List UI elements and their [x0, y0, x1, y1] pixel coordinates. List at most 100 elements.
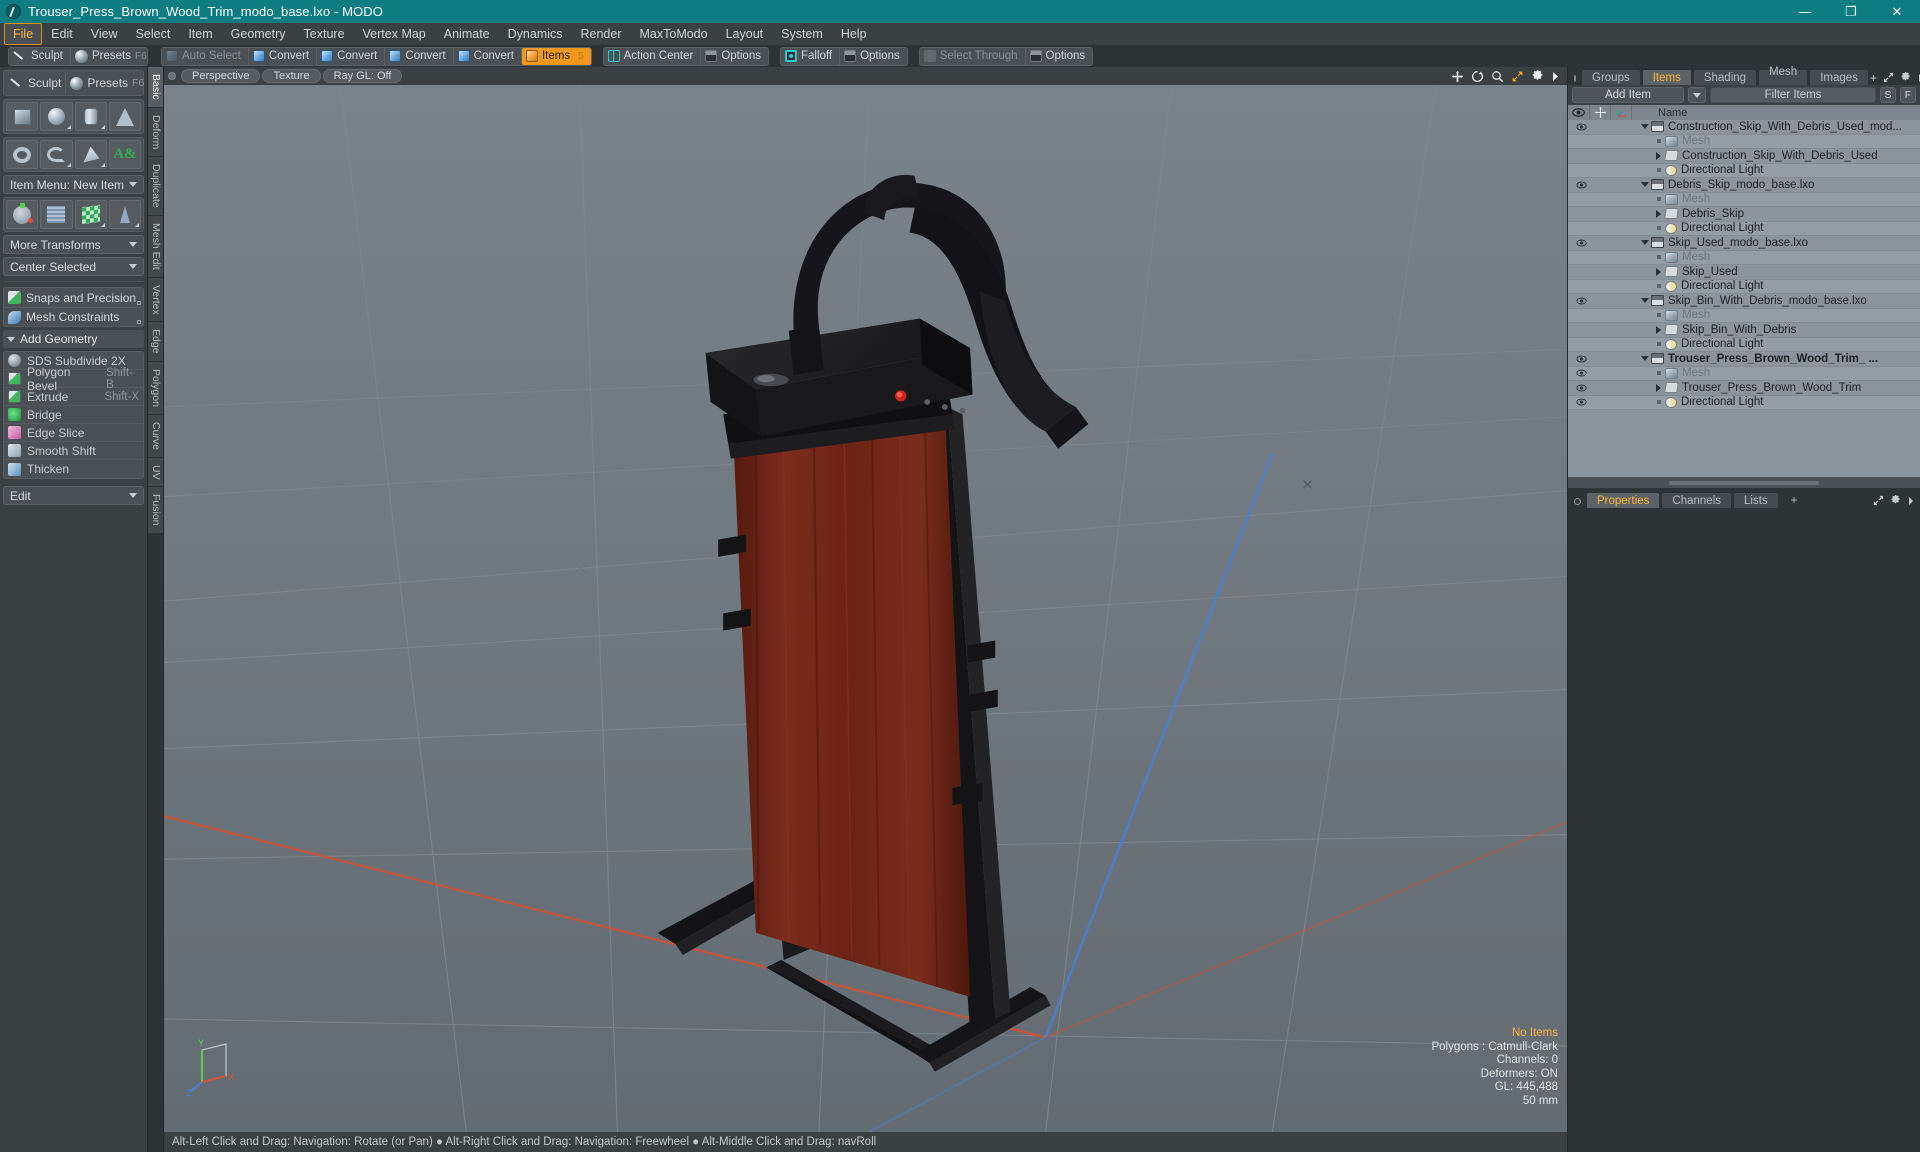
tab-properties[interactable]: Properties — [1586, 492, 1661, 508]
polygon-primitive-button[interactable] — [74, 140, 107, 169]
auto-select-button[interactable]: Auto Select — [162, 47, 249, 65]
presets-button[interactable]: Presets F6 — [71, 48, 154, 65]
menu-item-file[interactable]: File — [4, 23, 43, 45]
eye-icon[interactable] — [1572, 355, 1590, 363]
eye-icon[interactable] — [1568, 105, 1590, 120]
edit-dropdown[interactable]: Edit — [3, 486, 144, 505]
tab-add[interactable]: + — [1780, 492, 1809, 508]
filter-s-button[interactable]: S — [1880, 87, 1896, 103]
twisty-open-icon[interactable] — [1638, 124, 1651, 130]
twisty-closed-icon[interactable] — [1652, 151, 1665, 160]
tree-row[interactable]: Mesh — [1568, 134, 1920, 149]
gear-icon[interactable] — [1531, 69, 1544, 83]
tree-row[interactable]: Debris_Skip_modo_base.lxo — [1568, 178, 1920, 193]
fit-icon[interactable] — [1511, 70, 1524, 83]
tree-row[interactable]: Mesh — [1568, 366, 1920, 381]
twisty-open-icon[interactable] — [1638, 240, 1651, 246]
tab-groups[interactable]: Groups — [1581, 69, 1641, 85]
twisty-open-icon[interactable] — [1638, 356, 1651, 362]
mode-tab-duplicate[interactable]: Duplicate — [148, 157, 163, 216]
eye-icon[interactable] — [1572, 297, 1590, 305]
filter-items-input[interactable]: Filter Items — [1710, 87, 1876, 103]
select-through-options-button[interactable]: Options — [1026, 48, 1093, 65]
mode-tab-curve[interactable]: Curve — [148, 414, 163, 458]
tree-row[interactable]: Debris_Skip — [1568, 207, 1920, 222]
tab-lists[interactable]: Lists — [1733, 492, 1779, 508]
tab-images[interactable]: Images — [1809, 69, 1869, 85]
text-primitive-button[interactable]: A& — [108, 140, 141, 169]
expand-icon[interactable] — [1883, 72, 1894, 83]
sculpt-button[interactable]: Sculpt — [9, 47, 71, 65]
presets-tool-button[interactable]: Presets F6 — [66, 73, 148, 93]
tree-row[interactable]: Skip_Bin_With_Debris_modo_base.lxo — [1568, 294, 1920, 309]
menu-item-view[interactable]: View — [82, 23, 127, 45]
move-lock-icon[interactable] — [1590, 105, 1611, 120]
mode-tab-basic[interactable]: Basic — [148, 67, 163, 108]
convert-button-3[interactable]: Convert — [385, 47, 454, 65]
uv-tool-button[interactable] — [74, 200, 107, 229]
tree-row[interactable]: Directional Light — [1568, 337, 1920, 352]
torus-primitive-button[interactable] — [6, 140, 39, 169]
menu-item-animate[interactable]: Animate — [435, 23, 499, 45]
snaps-and-precision-button[interactable]: Snaps and Precision — [4, 288, 143, 307]
falloff-options-button[interactable]: Options — [840, 48, 907, 65]
close-button[interactable]: ✕ — [1874, 0, 1920, 23]
tree-row[interactable]: Skip_Used — [1568, 265, 1920, 280]
twisty-open-icon[interactable] — [1638, 182, 1651, 188]
sphere-primitive-button[interactable] — [40, 102, 73, 131]
tree-row[interactable]: Mesh — [1568, 250, 1920, 265]
move-icon[interactable] — [1451, 70, 1464, 83]
eye-icon[interactable] — [1572, 384, 1590, 392]
expand-icon[interactable] — [1873, 495, 1884, 506]
menu-item-render[interactable]: Render — [572, 23, 631, 45]
polygon-bevel-item[interactable]: Polygon Bevel Shift-B — [4, 365, 143, 393]
tree-row[interactable]: Skip_Bin_With_Debris — [1568, 323, 1920, 338]
menu-item-layout[interactable]: Layout — [717, 23, 773, 45]
mode-tab-mesh-edit[interactable]: Mesh Edit — [148, 215, 163, 278]
tree-row[interactable]: Trouser_Press_Brown_Wood_Trim_ ... — [1568, 352, 1920, 367]
add-item-dropdown[interactable] — [1688, 87, 1706, 103]
tree-row[interactable]: Trouser_Press_Brown_Wood_Trim — [1568, 381, 1920, 396]
action-center-button[interactable]: Action Center — [604, 47, 702, 65]
zoom-icon[interactable] — [1491, 70, 1504, 83]
viewport-shading-dropdown[interactable]: Texture — [262, 69, 321, 83]
add-item-button[interactable]: Add Item — [1572, 87, 1684, 103]
bridge-item[interactable]: Bridge — [4, 406, 143, 424]
edge-slice-item[interactable]: Edge Slice — [4, 424, 143, 442]
menu-item-maxtomodo[interactable]: MaxToModo — [631, 23, 717, 45]
smooth-shift-item[interactable]: Smooth Shift — [4, 442, 143, 460]
chevron-right-icon[interactable] — [1551, 71, 1560, 82]
eye-icon[interactable] — [1572, 181, 1590, 189]
tree-row[interactable]: Mesh — [1568, 192, 1920, 207]
tree-row[interactable]: Construction_Skip_With_Debris_Used — [1568, 149, 1920, 164]
tree-row[interactable]: Directional Light — [1568, 221, 1920, 236]
menu-item-texture[interactable]: Texture — [295, 23, 354, 45]
action-center-options-button[interactable]: Options — [701, 48, 768, 65]
convert-button-4[interactable]: Convert — [454, 47, 522, 65]
mode-tab-uv[interactable]: UV — [148, 457, 163, 488]
eye-icon[interactable] — [1572, 239, 1590, 247]
select-through-button[interactable]: Select Through — [920, 47, 1026, 65]
menu-item-dynamics[interactable]: Dynamics — [499, 23, 572, 45]
cone-primitive-button[interactable] — [108, 102, 141, 131]
minimize-button[interactable]: — — [1782, 0, 1828, 23]
items-mode-button[interactable]: Items 5 — [521, 47, 591, 65]
mode-tab-vertex[interactable]: Vertex — [148, 277, 163, 323]
tab-items[interactable]: Items — [1641, 69, 1692, 85]
cube-primitive-button[interactable] — [6, 102, 39, 131]
eye-icon[interactable] — [1572, 123, 1590, 131]
mesh-grid-tool-button[interactable] — [40, 200, 73, 229]
gear-icon[interactable] — [1890, 495, 1901, 506]
thicken-item[interactable]: Thicken — [4, 460, 143, 478]
twisty-open-icon[interactable] — [1638, 298, 1651, 304]
add-geometry-section-header[interactable]: Add Geometry — [3, 330, 144, 348]
mode-tab-fusion[interactable]: Fusion — [148, 487, 163, 534]
filter-f-button[interactable]: F — [1900, 87, 1916, 103]
taper-tool-button[interactable] — [108, 200, 141, 229]
tab-shading[interactable]: Shading — [1692, 69, 1758, 85]
menu-item-vertex-map[interactable]: Vertex Map — [354, 23, 435, 45]
menu-item-system[interactable]: System — [772, 23, 832, 45]
mode-tab-deform[interactable]: Deform — [148, 107, 163, 158]
item-tree[interactable]: Construction_Skip_With_Debris_Used_mod..… — [1568, 120, 1920, 477]
twisty-closed-icon[interactable] — [1652, 209, 1665, 218]
